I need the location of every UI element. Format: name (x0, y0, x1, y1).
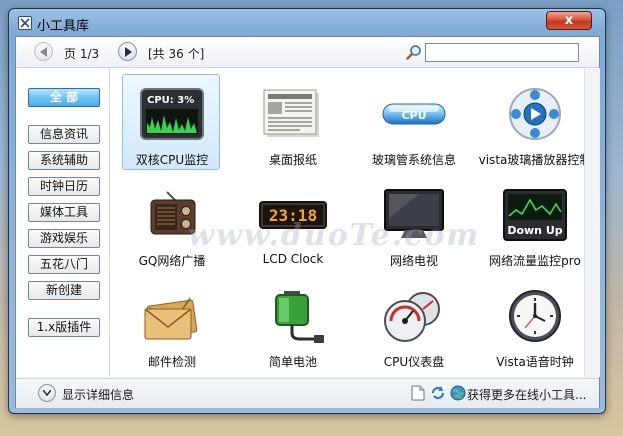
category-all-button[interactable]: 全 部 (28, 88, 100, 107)
gadget-gallery-window: 小工具库 x 页 1/3 [共 36 个] 全 部 信息资讯 系统辅助 时钟日历… (8, 8, 606, 414)
arrow-left-icon (40, 47, 47, 57)
gadget-app-icon (18, 16, 32, 30)
globe-icon[interactable] (450, 385, 466, 401)
legacy-plugins-button[interactable]: 1.x版插件 (28, 318, 100, 337)
battery-icon (275, 291, 324, 343)
lcd-readout: 23:18 (269, 206, 317, 225)
vertical-scrollbar[interactable] (584, 68, 600, 377)
monitor-icon (384, 189, 444, 238)
gadget-tile[interactable]: 简单电池 (243, 276, 341, 372)
gadget-tile[interactable]: GQ网络广播 (122, 175, 220, 271)
traffic-monitor-icon: Down Up (503, 189, 567, 241)
media-player-icon (509, 88, 561, 140)
gadget-label: 邮件检测 (147, 355, 196, 369)
arrow-right-icon (125, 47, 132, 57)
refresh-icon[interactable] (430, 385, 446, 401)
chevron-down-icon (43, 390, 51, 396)
status-bar: 显示详细信息 获得更多在线小工具... (16, 378, 599, 408)
gadget-label: 简单电池 (268, 355, 317, 369)
gadget-tile[interactable]: 邮件检测 (122, 276, 220, 372)
window-title: 小工具库 (37, 19, 90, 34)
next-page-button[interactable] (118, 42, 137, 61)
client-area: 页 1/3 [共 36 个] 全 部 信息资讯 系统辅助 时钟日历 媒体工具 游… (15, 36, 600, 408)
category-button[interactable]: 时钟日历 (28, 177, 100, 196)
analog-clock-icon (509, 290, 561, 342)
cpu-meter-icon: CPU: 3% (140, 88, 204, 140)
category-button[interactable]: 信息资讯 (28, 125, 100, 144)
gauge-icon (384, 292, 440, 342)
gadget-tile[interactable]: vista玻璃播放器控制 (479, 74, 591, 170)
gadget-tile[interactable]: CPU: 3% 双核CPU监控 (122, 74, 220, 170)
category-button[interactable]: 五花八门 (28, 255, 100, 274)
traffic-readout: Down Up (507, 224, 562, 237)
show-details-label[interactable]: 显示详细信息 (62, 386, 134, 403)
category-button[interactable]: 游戏娱乐 (28, 229, 100, 248)
gadget-tile[interactable]: Down Up 网络流量监控pro (485, 175, 583, 271)
newspaper-icon (263, 89, 319, 137)
gadget-label: 网络流量监控pro (489, 254, 581, 268)
radio-icon (150, 191, 196, 235)
document-icon[interactable] (411, 385, 425, 401)
gadget-tile[interactable]: CPU 玻璃管系统信息 (364, 74, 462, 170)
category-button[interactable]: 新创建 (28, 281, 100, 300)
gadget-tile[interactable]: Vista语音时钟 (485, 276, 583, 372)
category-sidebar: 全 部 信息资讯 系统辅助 时钟日历 媒体工具 游戏娱乐 五花八门 新创建 1.… (16, 68, 110, 377)
close-button[interactable]: x (546, 11, 592, 30)
show-details-button[interactable] (38, 384, 56, 402)
search-icon (406, 45, 421, 60)
glass-tube-icon: CPU (382, 103, 446, 125)
page-indicator: 页 1/3 (64, 47, 100, 61)
category-button[interactable]: 系统辅助 (28, 151, 100, 170)
gadget-label: LCD Clock (262, 252, 324, 266)
mail-envelope-icon (144, 297, 198, 340)
gadget-label: CPU仪表盘 (383, 355, 445, 369)
previous-page-button[interactable] (34, 42, 53, 61)
gadget-tile[interactable]: 桌面报纸 (243, 74, 341, 170)
gadget-grid: CPU: 3% 双核CPU监控 桌面报纸 CPU 玻璃管系统信息 vista玻璃… (110, 68, 591, 377)
gadget-tile[interactable]: CPU仪表盘 (364, 276, 462, 372)
toolbar: 页 1/3 [共 36 个] (16, 37, 599, 68)
cpu-readout: CPU: 3% (147, 95, 194, 106)
category-button[interactable]: 媒体工具 (28, 203, 100, 222)
lcd-clock-icon: 23:18 (259, 201, 327, 229)
gadget-label: 双核CPU监控 (135, 153, 209, 167)
gadget-label: vista玻璃播放器控制 (478, 153, 592, 167)
gadget-label: 玻璃管系统信息 (371, 153, 456, 167)
gadget-label: GQ网络广播 (138, 254, 206, 268)
gadget-label: Vista语音时钟 (496, 355, 574, 369)
search-input[interactable] (425, 43, 579, 62)
total-count: [共 36 个] (148, 47, 205, 61)
gadget-tile[interactable]: 网络电视 (364, 175, 462, 271)
gadget-tile[interactable]: 23:18 LCD Clock (243, 175, 341, 271)
gadget-label: 网络电视 (389, 254, 438, 268)
tube-badge: CPU (401, 109, 426, 122)
title-bar[interactable]: 小工具库 x (9, 9, 605, 37)
gadget-label: 桌面报纸 (268, 153, 317, 167)
get-more-gadgets-link[interactable]: 获得更多在线小工具... (467, 386, 586, 403)
